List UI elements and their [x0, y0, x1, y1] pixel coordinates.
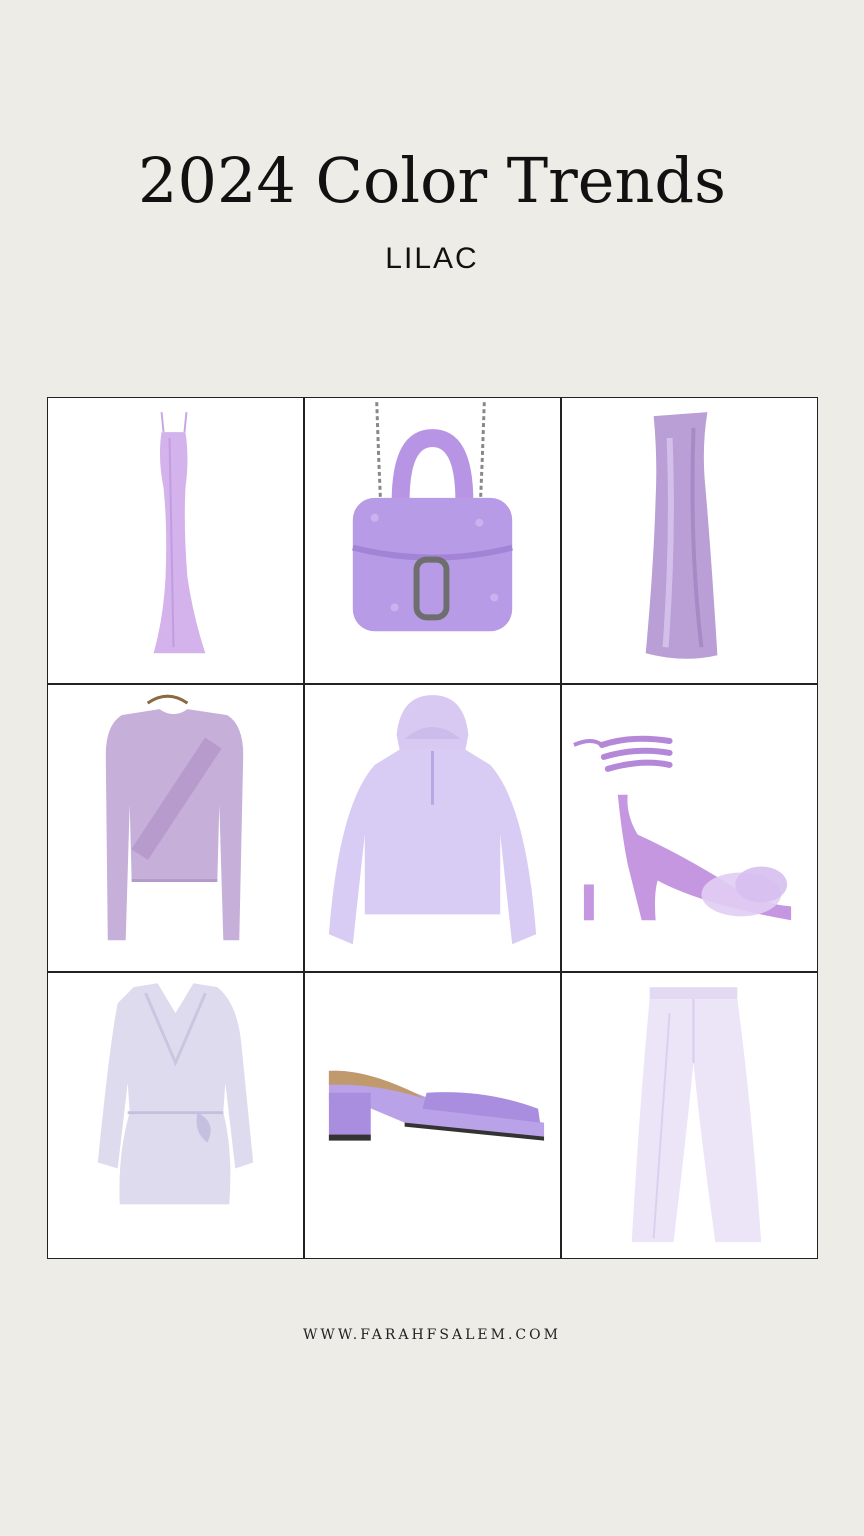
lace-up-heeled-sandal-icon — [573, 736, 792, 921]
knit-sweater-icon — [105, 695, 244, 941]
product-tile-trousers[interactable] — [562, 972, 817, 1258]
product-tile-hoodie[interactable] — [305, 685, 560, 971]
product-tile-sweater[interactable] — [48, 685, 303, 971]
wrap-mini-dress-icon — [97, 982, 254, 1204]
furry-handbag-icon — [352, 402, 513, 632]
product-tile-sandal[interactable] — [562, 685, 817, 971]
wide-leg-trousers-icon — [631, 986, 762, 1242]
product-tile-wrap-dress[interactable] — [48, 972, 303, 1258]
product-tile-mule[interactable] — [305, 972, 560, 1258]
page-subtitle: LILAC — [385, 242, 479, 275]
satin-maxi-dress-icon — [645, 412, 718, 659]
footer-url: WWW.FARAHFSALEM.COM — [303, 1327, 561, 1343]
block-heel-mule-icon — [328, 1070, 545, 1141]
product-tile-slip-dress[interactable] — [48, 398, 303, 684]
half-zip-hoodie-icon — [328, 695, 537, 945]
product-tile-satin-dress[interactable] — [562, 398, 817, 684]
slip-dress-icon — [153, 412, 206, 654]
page-title: 2024 Color Trends — [138, 144, 726, 217]
product-tile-handbag[interactable] — [305, 398, 560, 684]
product-grid — [47, 397, 818, 1259]
